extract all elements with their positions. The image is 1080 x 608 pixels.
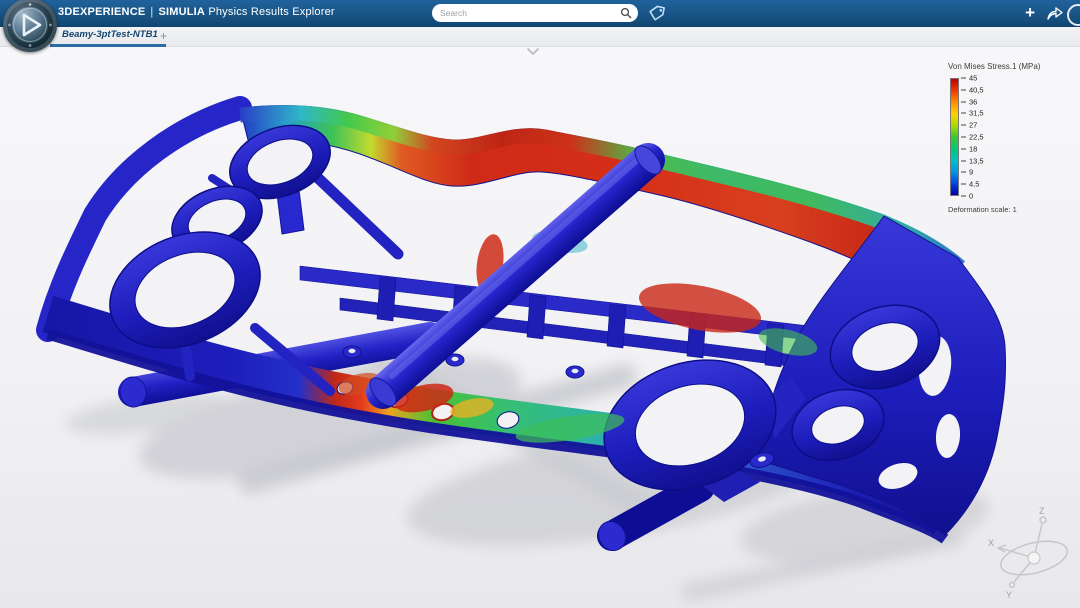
deformation-scale-label: Deformation scale: 1 — [948, 205, 1068, 214]
add-content-icon[interactable]: + — [1025, 3, 1035, 23]
tab-bar: Beamy-3ptTest-NTB1 + — [0, 27, 1080, 47]
legend-tick: 0 — [961, 192, 973, 201]
app-title: 3DEXPERIENCE | SIMULIA Physics Results Exp… — [58, 6, 335, 18]
brand-3dexperience: 3DEXPERIENCE — [58, 6, 145, 18]
3d-viewport[interactable]: Von Mises Stress.1 (MPa) 45 40,5 36 31,5… — [0, 46, 1080, 608]
tab-label: Beamy-3ptTest-NTB1 — [62, 29, 158, 40]
tab-beamy-3pttest-ntb1[interactable]: Beamy-3ptTest-NTB1 — [50, 28, 166, 47]
legend-tick: 36 — [961, 97, 977, 106]
3dexperience-compass-logo[interactable] — [3, 0, 57, 52]
tag-icon[interactable] — [648, 4, 666, 22]
legend-tick: 45 — [961, 74, 977, 83]
triad-x-label: X — [988, 538, 994, 548]
legend-tick: 31,5 — [961, 109, 984, 118]
orientation-triad[interactable]: Z X Y — [986, 502, 1078, 602]
triad-y-label: Y — [1006, 590, 1012, 600]
legend-tick: 40,5 — [961, 85, 984, 94]
legend-tick: 22,5 — [961, 133, 984, 142]
search-icon[interactable] — [620, 7, 632, 19]
stress-legend: Von Mises Stress.1 (MPa) 45 40,5 36 31,5… — [948, 62, 1068, 214]
top-bar: 3DEXPERIENCE | SIMULIA Physics Results Exp… — [0, 0, 1080, 27]
chevron-down-icon[interactable] — [525, 46, 541, 58]
legend-title: Von Mises Stress.1 (MPa) — [948, 62, 1068, 71]
app-name: Physics Results Explorer — [208, 6, 334, 18]
legend-tick: 9 — [961, 168, 973, 177]
physics-results-explorer-window: 3DEXPERIENCE | SIMULIA Physics Results Exp… — [0, 0, 1080, 608]
legend-tick: 27 — [961, 121, 977, 130]
new-tab-button[interactable]: + — [160, 29, 167, 43]
legend-colorbar — [950, 78, 959, 196]
legend-tick: 18 — [961, 144, 977, 153]
compass-play-icon — [3, 0, 57, 52]
model-canvas[interactable] — [0, 46, 1080, 608]
user-icon[interactable] — [1067, 4, 1080, 26]
search-input[interactable] — [438, 7, 620, 19]
legend-tick: 4,5 — [961, 180, 979, 189]
brand-separator: | — [150, 6, 153, 18]
triad-z-label: Z — [1039, 506, 1045, 516]
share-icon[interactable] — [1046, 5, 1064, 21]
legend-tick: 13,5 — [961, 156, 984, 165]
search-bar[interactable] — [432, 4, 638, 22]
brand-simulia: SIMULIA — [158, 6, 205, 18]
